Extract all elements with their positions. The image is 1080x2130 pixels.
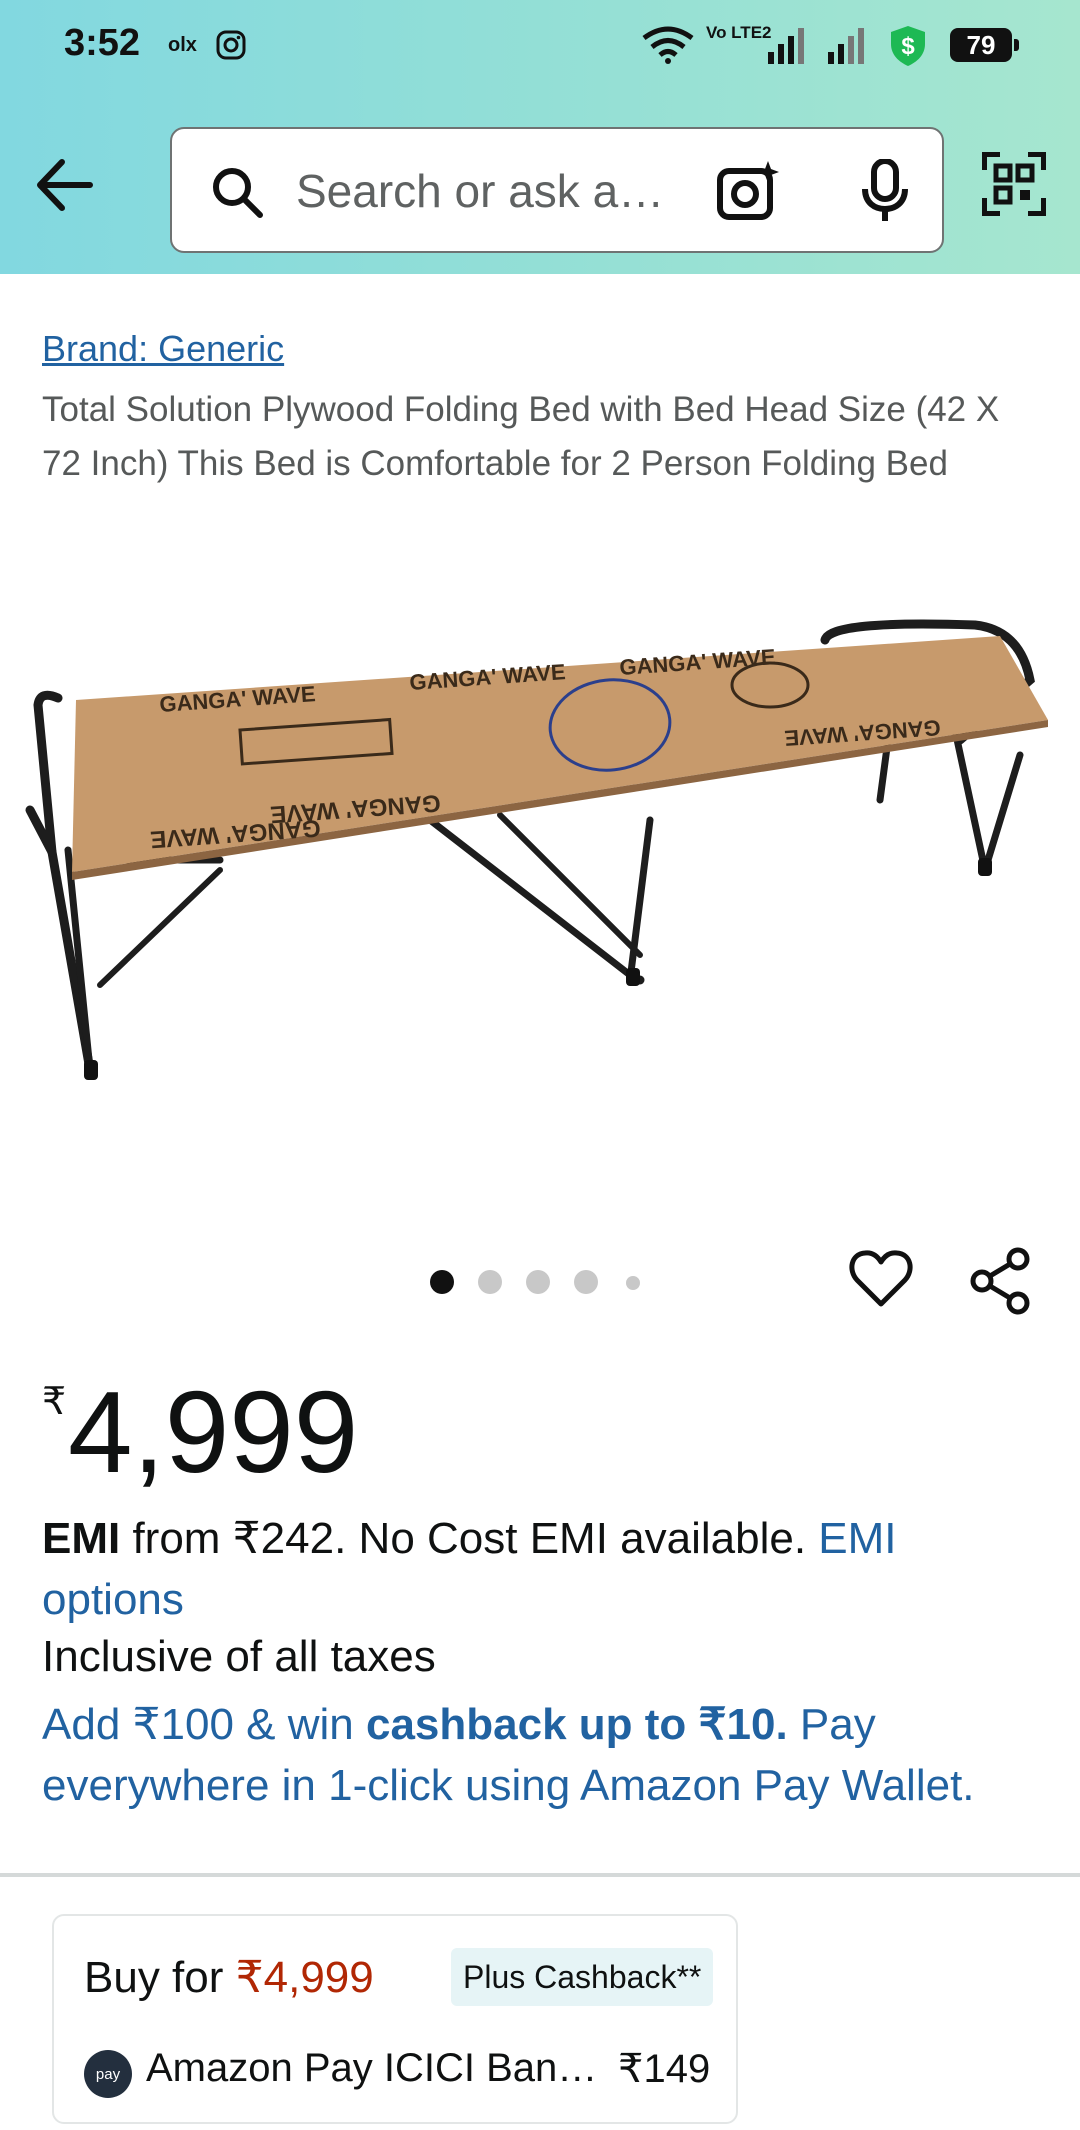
section-divider [0,1873,1080,1877]
signal-icon [768,28,804,64]
bank-offer-amount: ₹149 [618,2047,711,2091]
promo-cashback: cashback up to ₹10. [365,1700,788,1749]
wifi-icon [642,26,694,64]
emi-info: EMI from ₹242. No Cost EMI available. EM… [42,1508,1042,1630]
buy-for-text: Buy for ₹4,999 [84,1952,374,2003]
emi-text: from ₹242. No Cost EMI available. [120,1514,819,1563]
app-header: 3:52 olx Vo LTE2 $ 79 Search or ask a… [0,0,1080,274]
status-time: 3:52 [64,22,141,64]
cashback-badge: Plus Cashback** [451,1948,714,2006]
amazon-pay-promo[interactable]: Add ₹100 & win cashback up to ₹10. Pay e… [42,1694,1052,1816]
network-type: Vo LTE2 [706,23,772,42]
search-icon [213,168,263,218]
battery-indicator: 79 [950,28,1019,62]
status-bar: 3:52 olx Vo LTE2 $ 79 [0,0,1080,92]
product-title: Total Solution Plywood Folding Bed with … [42,390,1000,483]
price-currency: ₹ [42,1381,67,1423]
qr-scan-icon[interactable] [982,152,1046,216]
carousel-dot[interactable] [574,1270,598,1294]
buy-price: ₹4,999 [235,1953,374,2002]
product-image-carousel[interactable]: GANGA' WAVE GANGA' WAVE GANGA' WAVE GANG… [0,590,1080,1130]
back-arrow-icon[interactable] [30,150,100,220]
folding-bed-image: GANGA' WAVE GANGA' WAVE GANGA' WAVE GANG… [25,619,1048,1080]
carousel-dot[interactable] [626,1276,640,1290]
search-input[interactable]: Search or ask a… [296,164,664,218]
bank-offer-name: Amazon Pay ICICI Ban… [146,2046,598,2090]
offer-card[interactable]: Buy for ₹4,999 Plus Cashback** pay Amazo… [52,1914,738,2124]
search-bar[interactable]: Search or ask a… [170,127,944,253]
signal-icon [828,28,864,64]
olx-icon: olx [168,34,197,56]
instagram-icon [216,30,246,60]
price-amount: 4,999 [68,1367,359,1497]
brand-link[interactable]: Brand: Generic [42,328,284,370]
carousel-dot[interactable] [478,1270,502,1294]
carousel-dot-active[interactable] [430,1270,454,1294]
heart-icon[interactable] [848,1248,914,1310]
promo-prefix: Add ₹100 & win [42,1700,366,1749]
share-icon[interactable] [968,1246,1034,1316]
carousel-dot[interactable] [526,1270,550,1294]
amazon-pay-logo: pay [84,2050,132,2098]
camera-lens-icon[interactable] [716,159,780,223]
buy-prefix: Buy for [84,1953,236,2002]
shield-icon: $ [891,26,925,66]
svg-text:$: $ [901,33,915,60]
mic-icon[interactable] [860,159,910,223]
emi-label: EMI [42,1514,121,1563]
tax-note: Inclusive of all taxes [42,1632,436,1681]
